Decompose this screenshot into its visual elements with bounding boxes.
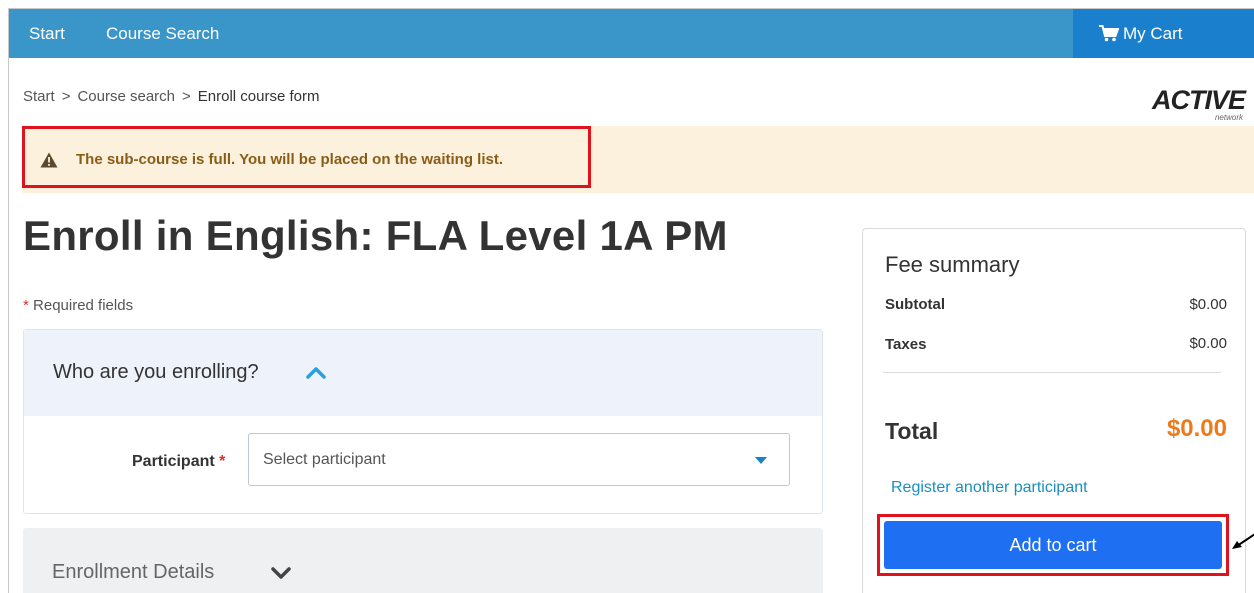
my-cart-button[interactable]: My Cart	[1073, 9, 1254, 58]
breadcrumb-course-search[interactable]: Course search	[77, 88, 175, 105]
who-enrolling-title: Who are you enrolling?	[53, 361, 259, 383]
waiting-list-alert: The sub-course is full. You will be plac…	[22, 126, 1254, 193]
participant-label: Participant *	[132, 453, 225, 471]
logo-subtext: network	[1214, 113, 1243, 122]
chevron-up-icon[interactable]	[306, 366, 326, 379]
dropdown-caret-icon	[755, 457, 767, 464]
taxes-label: Taxes	[885, 336, 927, 353]
warning-icon	[40, 152, 58, 168]
subtotal-label: Subtotal	[885, 296, 945, 313]
top-navigation: Start Course Search My Cart	[9, 9, 1254, 58]
cart-icon	[1099, 25, 1119, 42]
logo-wordmark: ACTIVE	[1151, 85, 1246, 115]
participant-select[interactable]: Select participant	[248, 433, 790, 486]
add-to-cart-button[interactable]: Add to cart	[884, 521, 1222, 569]
breadcrumb-current: Enroll course form	[197, 88, 320, 105]
fee-summary-card: Fee summary Subtotal $0.00 Taxes $0.00 T…	[862, 228, 1246, 593]
required-fields-note: * Required fields	[23, 297, 133, 314]
total-label: Total	[885, 418, 939, 444]
enrollment-details-panel[interactable]: Enrollment Details	[23, 528, 823, 593]
chevron-down-icon[interactable]	[271, 567, 291, 580]
who-enrolling-panel: Who are you enrolling? Participant * Sel…	[23, 329, 823, 514]
alert-message: The sub-course is full. You will be plac…	[76, 151, 504, 168]
participant-required-asterisk: *	[219, 453, 226, 470]
participant-select-placeholder: Select participant	[263, 451, 386, 468]
annotation-arrow-icon	[1232, 533, 1254, 549]
breadcrumb-start[interactable]: Start	[23, 88, 55, 105]
my-cart-label: My Cart	[1123, 24, 1183, 43]
subtotal-value: $0.00	[1189, 296, 1227, 313]
page-title: Enroll in English: FLA Level 1A PM	[23, 212, 728, 259]
breadcrumb-separator: >	[61, 88, 71, 105]
taxes-value: $0.00	[1189, 335, 1227, 352]
active-network-logo: ACTIVE network	[1137, 85, 1246, 125]
register-another-participant-link[interactable]: Register another participant	[891, 479, 1088, 497]
page-frame: Start Course Search My Cart Start > Course…	[8, 8, 1254, 593]
required-asterisk: *	[23, 297, 29, 314]
participant-label-text: Participant	[132, 453, 215, 470]
who-enrolling-header[interactable]: Who are you enrolling?	[24, 330, 822, 416]
enrollment-details-title: Enrollment Details	[52, 561, 215, 583]
nav-course-search-link[interactable]: Course Search	[106, 9, 219, 58]
breadcrumb-separator: >	[182, 88, 191, 105]
total-value: $0.00	[1166, 415, 1227, 442]
add-to-cart-highlight-box: Add to cart	[877, 514, 1229, 576]
fee-divider	[883, 372, 1221, 373]
nav-start-link[interactable]: Start	[29, 9, 65, 58]
fee-summary-title: Fee summary	[885, 252, 1020, 277]
required-note-text: Required fields	[33, 297, 134, 314]
breadcrumb: Start > Course search > Enroll course form	[23, 88, 319, 105]
